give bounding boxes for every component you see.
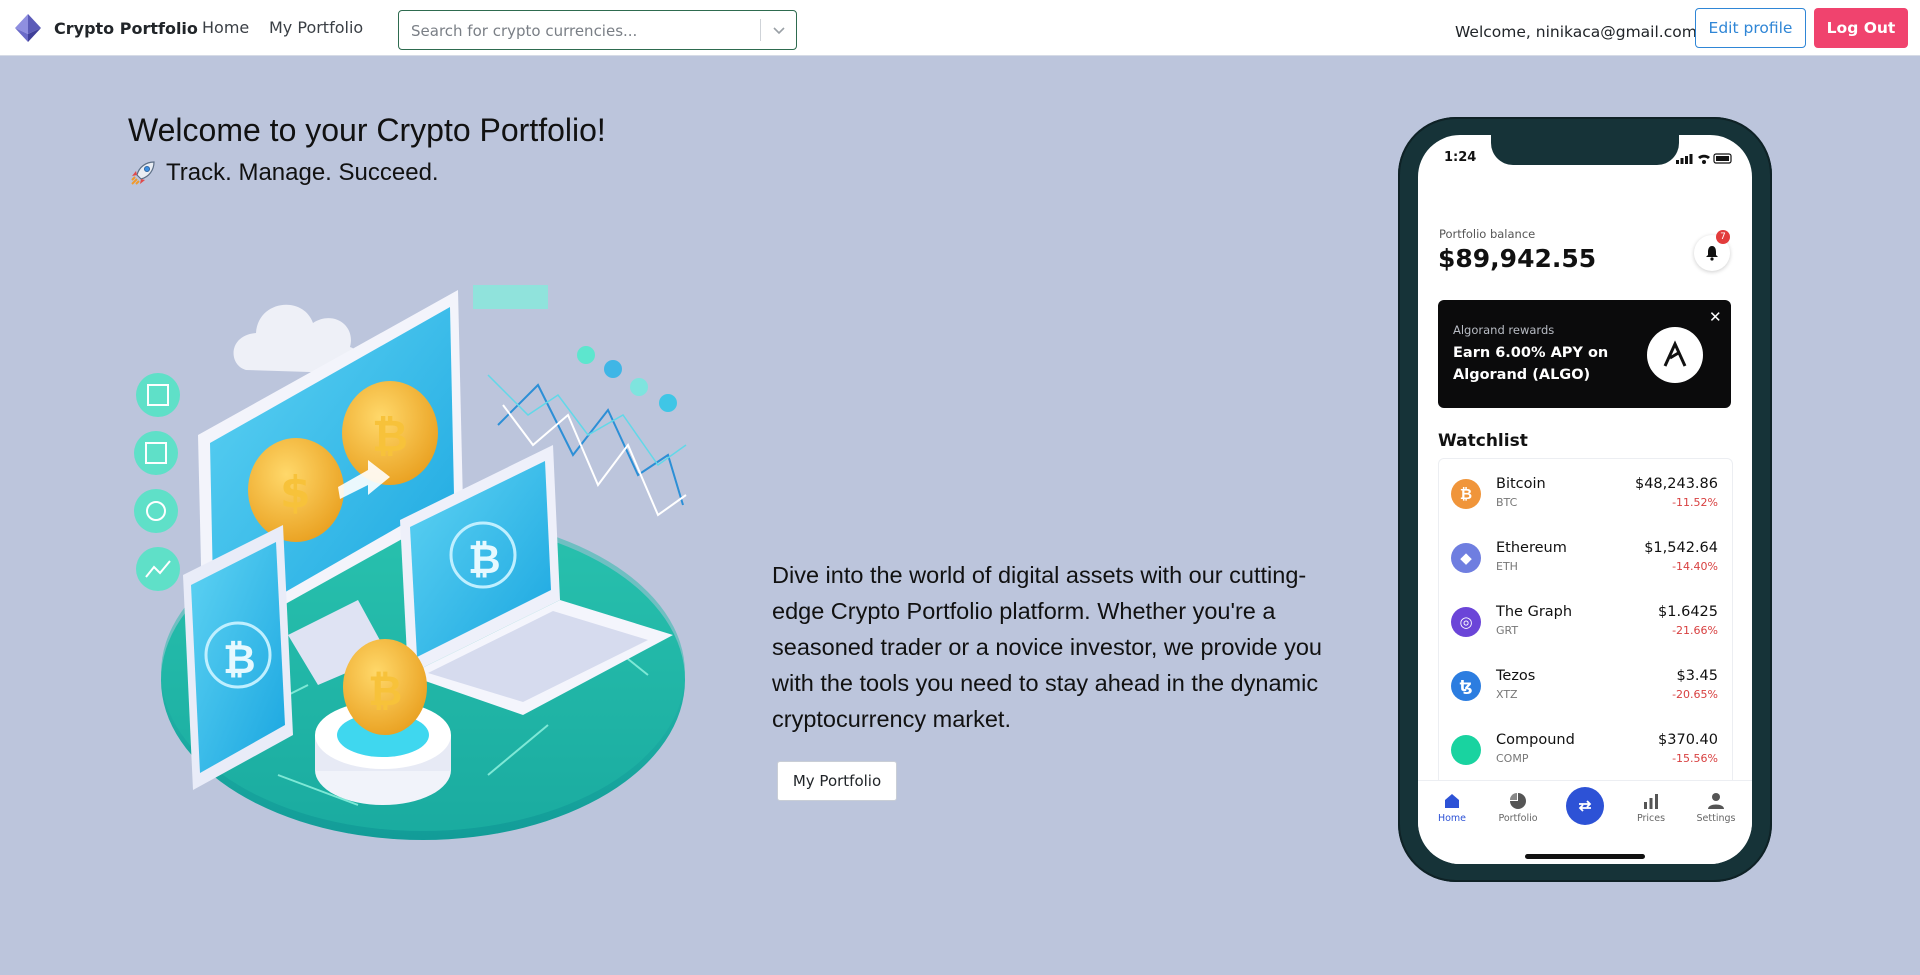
status-bar-icons [1676,153,1732,164]
tab-portfolio[interactable]: Portfolio [1488,791,1548,824]
bitcoin-icon: ₿ [1451,479,1481,509]
coin-symbol: GRT [1496,624,1519,637]
watchlist-item-bitcoin[interactable]: ₿ Bitcoin BTC $48,243.86 -11.52% [1439,459,1732,523]
status-time: 1:24 [1444,150,1477,165]
tab-label: Settings [1696,813,1736,824]
tab-label: Home [1437,813,1467,824]
coin-name: Tezos [1496,668,1536,684]
tab-home[interactable]: Home [1422,791,1482,824]
coin-name: Bitcoin [1496,476,1546,492]
coin-change: -20.65% [1672,688,1718,701]
portfolio-balance-label: Portfolio balance [1439,227,1536,241]
the-graph-icon: ◎ [1451,607,1481,637]
swap-arrows-icon [1578,800,1592,812]
coin-change: -11.52% [1672,496,1718,509]
svg-text:₿: ₿ [468,537,501,583]
coin-price: $1,542.64 [1644,540,1718,556]
algorand-logo-icon [1647,327,1703,383]
search-input[interactable] [409,19,753,43]
coin-name: Ethereum [1496,540,1567,556]
home-indicator [1525,854,1645,859]
phone-screen: 1:24 Portfolio balance $89,942.55 7 Algo… [1418,135,1752,864]
crypto-search-select[interactable] [398,10,797,50]
compound-icon [1451,735,1481,765]
logout-button[interactable]: Log Out [1814,8,1908,48]
algorand-rewards-banner[interactable]: Algorand rewards Earn 6.00% APY on Algor… [1438,300,1731,408]
close-icon[interactable]: ✕ [1709,308,1722,326]
top-navbar: Crypto Portfolio Home My Portfolio Welco… [0,0,1920,56]
my-portfolio-button[interactable]: My Portfolio [777,761,897,801]
notification-badge: 7 [1716,230,1730,244]
svg-text:₿: ₿ [368,666,402,715]
welcome-user-text: Welcome, ninikaca@gmail.com [1455,23,1697,41]
svg-text:$: $ [280,467,311,518]
tab-prices[interactable]: Prices [1621,791,1681,824]
bell-icon [1706,246,1718,261]
svg-text:₿: ₿ [223,637,256,683]
coin-price: $370.40 [1658,732,1718,748]
svg-text:₿: ₿ [372,411,408,462]
coin-price: $48,243.86 [1634,476,1718,492]
pie-chart-icon [1510,793,1526,809]
edit-profile-button[interactable]: Edit profile [1695,8,1806,48]
tezos-icon: ꜩ [1451,671,1481,701]
coin-symbol: XTZ [1496,688,1518,701]
bar-chart-icon [1644,794,1658,809]
hero-subtitle-text: Track. Manage. Succeed. [166,159,439,186]
coin-change: -21.66% [1672,624,1718,637]
brand-link[interactable]: Crypto Portfolio [12,13,198,43]
watchlist-item-compound[interactable]: Compound COMP $370.40 -15.56% [1439,715,1732,779]
coin-price: $3.45 [1676,668,1718,684]
phone-notch [1491,135,1679,165]
chevron-down-icon[interactable] [769,20,789,40]
hero-title: Welcome to your Crypto Portfolio! [128,112,606,148]
coin-price: $1.6425 [1658,604,1718,620]
coin-change: -15.56% [1672,752,1718,765]
coin-symbol: ETH [1496,560,1518,573]
watchlist-item-ethereum[interactable]: ◆ Ethereum ETH $1,542.64 -14.40% [1439,523,1732,587]
banner-headline: Earn 6.00% APY on Algorand (ALGO) [1453,345,1609,383]
hero-subtitle: Track. Manage. Succeed. [128,158,439,188]
tab-label: Prices [1636,813,1666,824]
portfolio-balance-value: $89,942.55 [1438,244,1597,273]
coin-change: -14.40% [1672,560,1718,573]
ethereum-logo-icon [15,14,41,42]
tab-label: Portfolio [1498,813,1538,824]
phone-tab-bar: Home Portfolio Prices Settings [1418,780,1752,864]
hero-description: Dive into the world of digital assets wi… [772,562,1322,732]
ethereum-icon: ◆ [1451,543,1481,573]
watchlist-item-tezos[interactable]: ꜩ Tezos XTZ $3.45 -20.65% [1439,651,1732,715]
watchlist-title: Watchlist [1438,431,1528,451]
notifications-button[interactable]: 7 [1694,230,1730,271]
banner-title: Algorand rewards [1453,323,1555,337]
watchlist-item-the-graph[interactable]: ◎ The Graph GRT $1.6425 -21.66% [1439,587,1732,651]
brand-name: Crypto Portfolio [54,18,198,38]
rocket-icon [131,161,155,185]
nav-link-my-portfolio[interactable]: My Portfolio [269,18,363,37]
coin-name: Compound [1496,732,1575,748]
search-separator [760,19,761,41]
home-icon [1445,794,1459,808]
nav-link-home[interactable]: Home [202,18,249,37]
coin-name: The Graph [1496,604,1573,620]
coin-symbol: COMP [1496,752,1529,765]
swap-button[interactable] [1566,787,1604,825]
tab-settings[interactable]: Settings [1686,791,1746,824]
coin-symbol: BTC [1496,496,1518,509]
crypto-illustration: $ ₿ ₿ ₿ ₿ [134,285,687,840]
user-icon [1708,793,1724,809]
phone-mockup: 1:24 Portfolio balance $89,942.55 7 Algo… [1398,117,1772,882]
